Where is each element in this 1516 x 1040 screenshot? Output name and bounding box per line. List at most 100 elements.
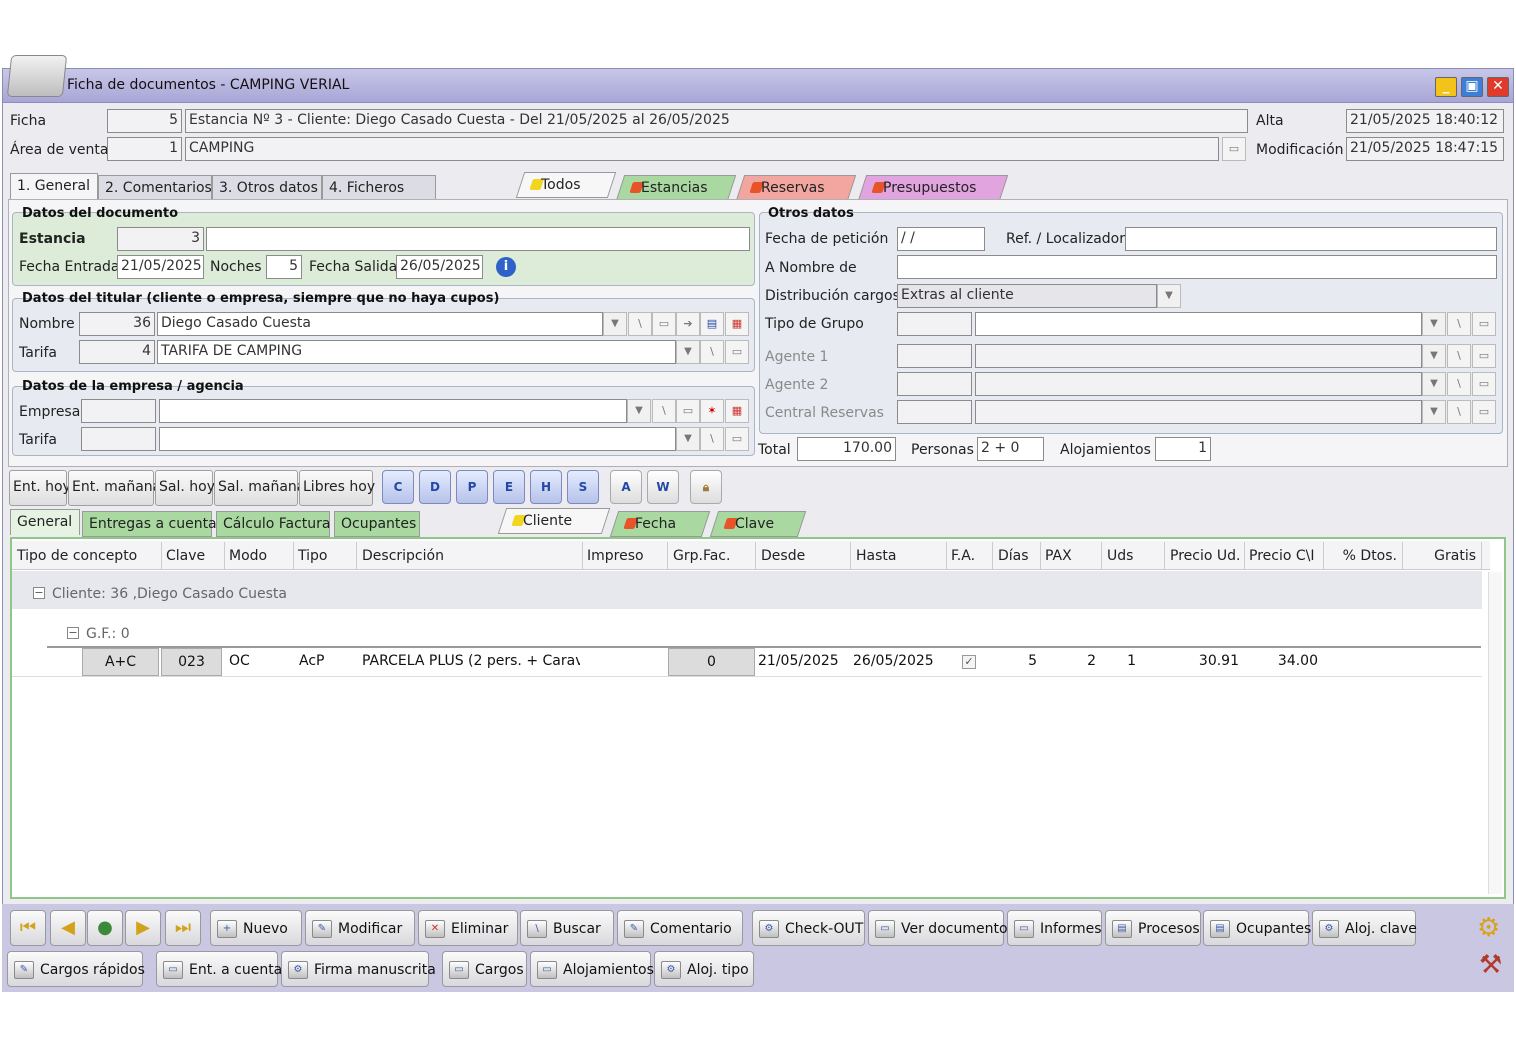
next-record-icon[interactable]: ▶: [125, 910, 161, 946]
nombre-dropdown-icon[interactable]: ▼: [603, 312, 627, 336]
estancia-number-field[interactable]: 3: [117, 227, 204, 251]
nombre-folder-icon[interactable]: ▭: [652, 312, 676, 336]
prev-record-icon[interactable]: ◀: [50, 910, 86, 946]
tab-otros-datos[interactable]: 3. Otros datos: [212, 175, 322, 201]
calendar-h-icon[interactable]: H: [530, 470, 562, 504]
agente2-field[interactable]: [975, 372, 1422, 396]
cargos-button[interactable]: ▭ Cargos: [442, 951, 527, 987]
grid-scrollbar[interactable]: [1488, 572, 1502, 894]
tarifa-search-icon[interactable]: \: [700, 340, 724, 364]
last-record-icon[interactable]: ⏭: [165, 910, 201, 946]
col-tipo[interactable]: Tipo: [293, 542, 357, 570]
agente1-dropdown-icon[interactable]: ▼: [1422, 344, 1446, 368]
fa-checkbox[interactable]: ✓: [962, 655, 976, 669]
col-pax[interactable]: PAX: [1040, 542, 1102, 570]
lower-filter-clave[interactable]: Clave: [709, 511, 807, 537]
col-modo[interactable]: Modo: [224, 542, 294, 570]
empresa-tarifa-dropdown-icon[interactable]: ▼: [676, 427, 700, 451]
central-dropdown-icon[interactable]: ▼: [1422, 400, 1446, 424]
maximize-icon[interactable]: ▣: [1461, 77, 1483, 97]
collapse-icon[interactable]: −: [33, 587, 45, 599]
lower-filter-fecha[interactable]: Fecha: [609, 511, 711, 537]
filter-tab-estancias[interactable]: Estancias: [615, 175, 737, 201]
modificacion-field[interactable]: 21/05/2025 18:47:15: [1346, 137, 1504, 161]
ent-hoy-button[interactable]: Ent. hoy: [9, 470, 71, 506]
document-a-icon[interactable]: A: [610, 470, 642, 504]
agente1-code-field[interactable]: [897, 344, 972, 368]
agente1-search-icon[interactable]: \: [1447, 344, 1471, 368]
sal-hoy-button[interactable]: Sal. hoy: [155, 470, 215, 506]
area-number-field[interactable]: 1: [107, 137, 182, 161]
calendar-d-icon[interactable]: D: [419, 470, 451, 504]
nombre-number-field[interactable]: 36: [79, 312, 155, 336]
comentario-button[interactable]: ✎ Comentario: [617, 910, 743, 946]
calendar-p-icon[interactable]: P: [456, 470, 488, 504]
noches-field[interactable]: 5: [266, 255, 302, 279]
cell-precio-ud[interactable]: 30.91: [1165, 648, 1243, 676]
tab-comentarios[interactable]: 2. Comentarios: [98, 175, 212, 201]
nombre-report-icon[interactable]: ▤: [700, 312, 724, 336]
col-precio-ci[interactable]: Precio C\I: [1244, 542, 1324, 570]
libres-hoy-button[interactable]: Libres hoy: [299, 470, 375, 506]
a-nombre-de-field[interactable]: [897, 255, 1497, 279]
empresa-tarifa-search-icon[interactable]: \: [700, 427, 724, 451]
ent-a-cuenta-button[interactable]: ▭ Ent. a cuenta: [156, 951, 282, 987]
empresa-dropdown-icon[interactable]: ▼: [627, 399, 651, 423]
col-grp-fac[interactable]: Grp.Fac.: [668, 542, 756, 570]
col-impreso[interactable]: Impreso: [582, 542, 668, 570]
col-desde[interactable]: Desde: [756, 542, 851, 570]
fecha-entrada-field[interactable]: 21/05/2025: [117, 255, 204, 279]
agente2-code-field[interactable]: [897, 372, 972, 396]
empresa-number-field[interactable]: [81, 399, 156, 423]
cell-desde[interactable]: 21/05/2025: [754, 648, 849, 676]
lower-filter-cliente[interactable]: Cliente: [497, 508, 611, 534]
cell-precio-ci[interactable]: 34.00: [1244, 648, 1322, 676]
lower-tab-calculo[interactable]: Cálculo Factura: [216, 511, 330, 537]
tipo-grupo-folder-icon[interactable]: ▭: [1472, 312, 1496, 336]
col-gratis[interactable]: Gratis: [1402, 542, 1482, 570]
tarifa-number-field[interactable]: 4: [79, 340, 155, 364]
cell-modo[interactable]: OC: [225, 648, 291, 676]
agente2-dropdown-icon[interactable]: ▼: [1422, 372, 1446, 396]
empresa-calendar-icon[interactable]: ▦: [725, 399, 749, 423]
sal-manana-button[interactable]: Sal. mañana: [214, 470, 305, 506]
nuevo-button[interactable]: + Nuevo: [210, 910, 302, 946]
ficha-description-field[interactable]: Estancia Nº 3 - Cliente: Diego Casado Cu…: [185, 109, 1248, 133]
agente1-folder-icon[interactable]: ▭: [1472, 344, 1496, 368]
empresa-search-icon[interactable]: \: [652, 399, 676, 423]
alojamientos-button[interactable]: ▭ Alojamientos: [530, 951, 654, 987]
cell-tipo-concepto[interactable]: A+C: [82, 648, 159, 676]
cargos-rapidos-button[interactable]: ✎ Cargos rápidos: [7, 951, 145, 987]
folder-icon[interactable]: ▭: [1222, 137, 1246, 161]
aloj-clave-button[interactable]: ⚙ Aloj. clave: [1312, 910, 1417, 946]
lower-tab-entregas[interactable]: Entregas a cuenta: [82, 511, 217, 537]
fecha-salida-field[interactable]: 26/05/2025: [396, 255, 483, 279]
subgroup-collapse-icon[interactable]: −: [67, 627, 79, 639]
ocupantes-button[interactable]: ▤ Ocupantes: [1203, 910, 1311, 946]
firma-manuscrita-button[interactable]: ⚙ Firma manuscrita: [281, 951, 436, 987]
col-dias[interactable]: Días: [993, 542, 1041, 570]
cell-grp-fac[interactable]: 0: [668, 648, 755, 676]
cell-pax[interactable]: 2: [1040, 648, 1100, 676]
col-tipo-concepto[interactable]: Tipo de concepto: [12, 542, 162, 570]
empresa-new-icon[interactable]: ✶: [700, 399, 724, 423]
tipo-grupo-dropdown-icon[interactable]: ▼: [1422, 312, 1446, 336]
ficha-number-field[interactable]: 5: [107, 109, 182, 133]
procesos-button[interactable]: ▤ Procesos: [1105, 910, 1201, 946]
estancia-text-field[interactable]: [206, 227, 750, 251]
empresa-tarifa-number-field[interactable]: [81, 427, 156, 451]
fecha-peticion-field[interactable]: / /: [897, 227, 985, 251]
filter-tab-presupuestos[interactable]: Presupuestos: [857, 175, 1009, 201]
distribucion-select[interactable]: Extras al cliente: [897, 284, 1157, 308]
first-record-icon[interactable]: ⏮: [10, 910, 46, 946]
central-code-field[interactable]: [897, 400, 972, 424]
alta-field[interactable]: 21/05/2025 18:40:12: [1346, 109, 1504, 133]
cell-dias[interactable]: 5: [993, 648, 1041, 676]
empresa-folder-icon[interactable]: ▭: [676, 399, 700, 423]
nombre-search-icon[interactable]: \: [628, 312, 652, 336]
col-uds[interactable]: Uds: [1102, 542, 1165, 570]
cell-uds[interactable]: 1: [1102, 648, 1140, 676]
aloj-tipo-button[interactable]: ⚙ Aloj. tipo: [654, 951, 754, 987]
agente2-search-icon[interactable]: \: [1447, 372, 1471, 396]
document-w-icon[interactable]: W: [647, 470, 679, 504]
